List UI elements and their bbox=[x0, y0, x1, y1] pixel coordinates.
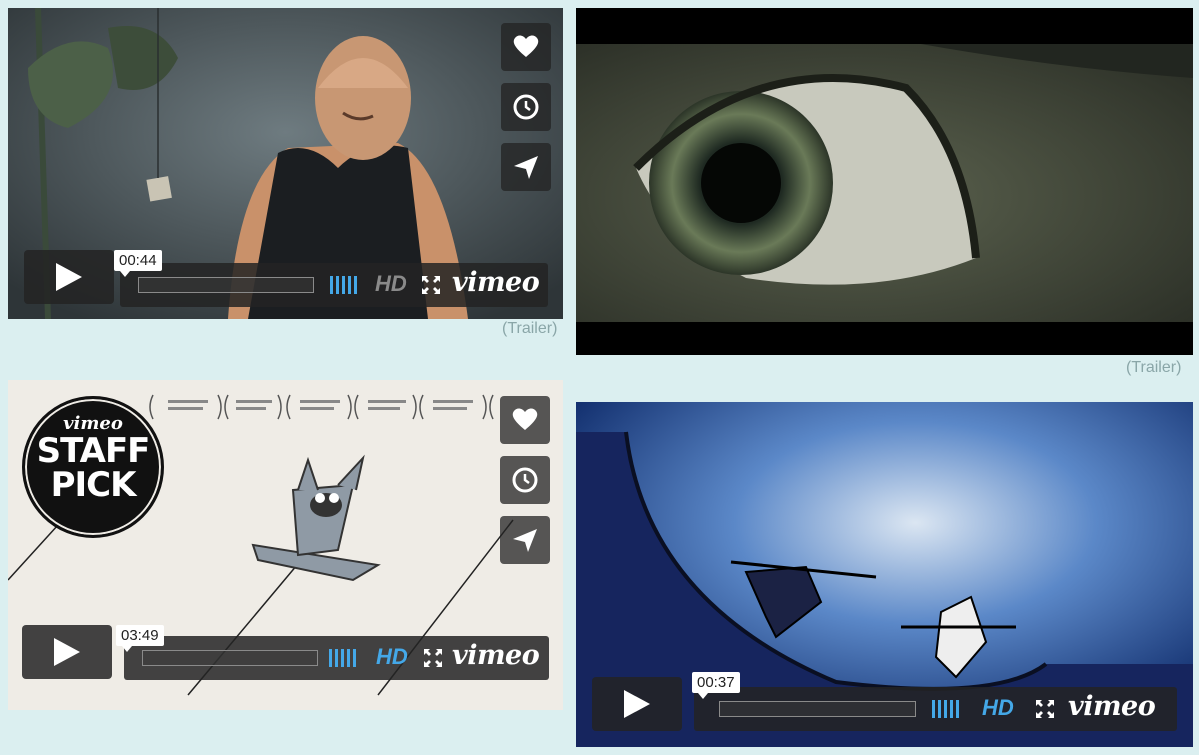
fullscreen-icon[interactable] bbox=[422, 276, 440, 294]
volume-icon[interactable] bbox=[330, 276, 362, 294]
vimeo-logo[interactable]: vimeo bbox=[452, 267, 540, 298]
play-icon bbox=[56, 263, 82, 291]
hd-toggle[interactable]: HD bbox=[376, 644, 408, 670]
video-player-1[interactable]: HD vimeo 00:44 bbox=[8, 8, 563, 319]
video-thumbnail-eye bbox=[576, 8, 1193, 355]
timestamp-tooltip: 00:37 bbox=[692, 672, 740, 699]
clock-icon bbox=[513, 94, 539, 120]
control-bar: HD vimeo bbox=[124, 636, 549, 680]
volume-icon[interactable] bbox=[329, 649, 361, 667]
share-button[interactable] bbox=[501, 143, 551, 191]
staff-pick-line1: STAFF bbox=[36, 431, 151, 471]
progress-bar[interactable] bbox=[142, 650, 318, 666]
watch-later-button[interactable] bbox=[501, 83, 551, 131]
heart-icon bbox=[513, 35, 539, 57]
staff-pick-badge[interactable]: vimeo STAFF PICK bbox=[22, 396, 164, 538]
like-button[interactable] bbox=[500, 396, 550, 444]
play-icon bbox=[624, 690, 650, 718]
play-button[interactable] bbox=[24, 250, 114, 304]
trailer-link[interactable]: (Trailer) bbox=[502, 320, 557, 338]
video-player-2[interactable] bbox=[576, 8, 1193, 355]
timestamp-tooltip: 03:49 bbox=[116, 625, 164, 652]
watch-later-button[interactable] bbox=[500, 456, 550, 504]
like-button[interactable] bbox=[501, 23, 551, 71]
vimeo-logo[interactable]: vimeo bbox=[452, 640, 540, 671]
fullscreen-icon[interactable] bbox=[424, 649, 442, 667]
clock-icon bbox=[512, 467, 538, 493]
send-icon bbox=[513, 529, 537, 552]
play-icon bbox=[54, 638, 80, 666]
fullscreen-icon[interactable] bbox=[1036, 700, 1054, 718]
play-button[interactable] bbox=[592, 677, 682, 731]
control-bar: HD vimeo bbox=[120, 263, 548, 307]
vimeo-logo[interactable]: vimeo bbox=[1068, 691, 1156, 722]
timestamp-tooltip: 00:44 bbox=[114, 250, 162, 277]
play-button[interactable] bbox=[22, 625, 112, 679]
trailer-link[interactable]: (Trailer) bbox=[1126, 359, 1181, 377]
hd-toggle[interactable]: HD bbox=[375, 271, 407, 297]
control-bar: HD vimeo bbox=[694, 687, 1177, 731]
video-player-3[interactable]: vimeo STAFF PICK HD vimeo 03:49 bbox=[8, 380, 563, 710]
heart-icon bbox=[512, 408, 538, 430]
progress-bar[interactable] bbox=[719, 701, 916, 717]
staff-pick-line2: PICK bbox=[50, 465, 137, 505]
progress-bar[interactable] bbox=[138, 277, 314, 293]
video-player-4[interactable]: HD vimeo 00:37 bbox=[576, 402, 1193, 747]
hd-toggle[interactable]: HD bbox=[982, 695, 1014, 721]
share-button[interactable] bbox=[500, 516, 550, 564]
send-icon bbox=[514, 156, 538, 179]
volume-icon[interactable] bbox=[932, 700, 964, 718]
